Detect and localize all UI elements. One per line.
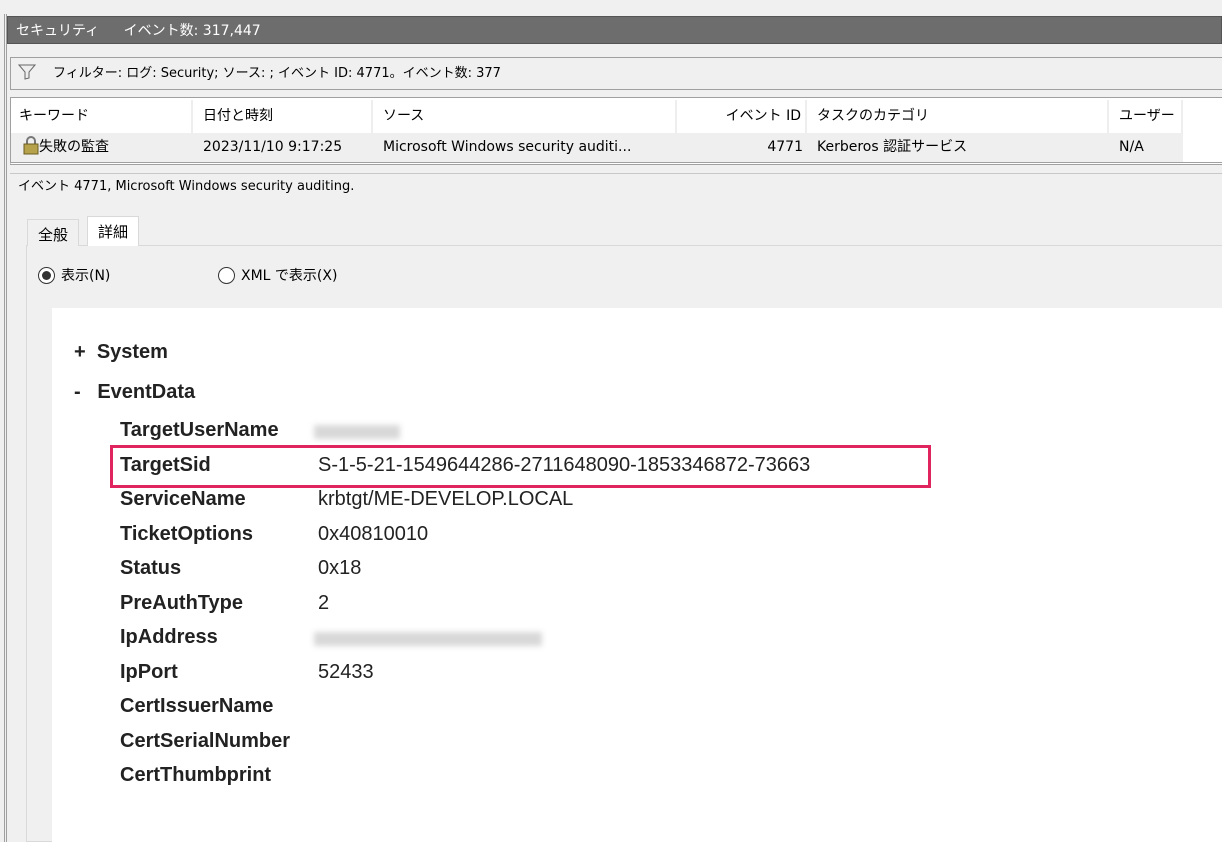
event-detail-view: [52, 308, 1222, 842]
radio-selected-icon: [38, 266, 55, 284]
column-header-user[interactable]: ユーザー: [1111, 100, 1183, 133]
redacted-value: [314, 425, 400, 439]
event-header: イベント 4771, Microsoft Windows security au…: [10, 173, 1222, 199]
log-title-bar: セキュリティ イベント数: 317,447: [7, 16, 1222, 44]
collapse-toggle[interactable]: -: [74, 381, 81, 403]
radio-xml-view[interactable]: XML で表示(X): [218, 265, 337, 285]
task-category-cell: Kerberos 認証サービス: [809, 133, 1111, 162]
redacted-value: [314, 632, 542, 646]
keyword-cell: 失敗の監査: [39, 139, 109, 155]
field-key: TicketOptions: [120, 522, 253, 545]
field-key: IpPort: [120, 660, 178, 683]
date-cell: 2023/11/10 9:17:25: [195, 133, 375, 162]
log-name: セキュリティ: [16, 23, 100, 39]
source-cell: Microsoft Windows security auditi...: [375, 133, 679, 162]
field-key: TargetUserName: [120, 419, 279, 441]
filter-bar: フィルター: ログ: Security; ソース: ; イベント ID: 477…: [10, 57, 1222, 90]
tab-details[interactable]: 詳細: [87, 216, 140, 246]
event-count: イベント数: 317,447: [123, 23, 261, 39]
field-key: CertIssuerName: [120, 695, 274, 717]
radio-label: 表示(N): [61, 268, 111, 284]
column-header-event-id[interactable]: イベント ID: [679, 100, 807, 133]
radio-label: XML で表示(X): [241, 268, 338, 284]
highlight-box: [110, 445, 931, 488]
tree-node-eventdata[interactable]: - EventData: [74, 381, 195, 404]
tree-node-system[interactable]: + System: [74, 341, 168, 364]
event-id-cell: 4771: [679, 133, 809, 162]
field-key: CertSerialNumber: [120, 729, 291, 752]
column-header-source[interactable]: ソース: [375, 100, 677, 133]
expand-toggle[interactable]: +: [74, 341, 86, 363]
node-label: System: [96, 341, 168, 363]
field-key: CertThumbprint: [120, 764, 272, 786]
field-key: PreAuthType: [120, 591, 243, 614]
field-key: ServiceName: [120, 488, 246, 510]
lock-icon: [23, 136, 39, 155]
column-header-date[interactable]: 日付と時刻: [195, 100, 373, 133]
field-value: 0x18: [318, 557, 362, 579]
filter-text: フィルター: ログ: Security; ソース: ; イベント ID: 477…: [53, 66, 501, 81]
field-value: krbtgt/ME-DEVELOP.LOCAL: [318, 488, 574, 510]
field-value: 52433: [318, 660, 374, 683]
field-value: 2: [318, 591, 330, 614]
filter-icon: [18, 64, 36, 80]
radio-friendly-view[interactable]: 表示(N): [38, 265, 110, 285]
user-cell: N/A: [1111, 133, 1183, 162]
field-value: 0x40810010: [318, 522, 429, 545]
column-header-task-category[interactable]: タスクのカテゴリ: [809, 100, 1109, 133]
field-key: IpAddress: [120, 626, 218, 648]
column-header-keyword[interactable]: キーワード: [11, 100, 193, 133]
tab-general[interactable]: 全般: [27, 219, 80, 246]
event-list-table: キーワード 日付と時刻 ソース イベント ID タスクのカテゴリ ユーザー 失敗…: [10, 97, 1222, 165]
node-label: EventData: [97, 381, 196, 403]
field-key: Status: [120, 557, 182, 579]
radio-unselected-icon: [218, 266, 235, 284]
